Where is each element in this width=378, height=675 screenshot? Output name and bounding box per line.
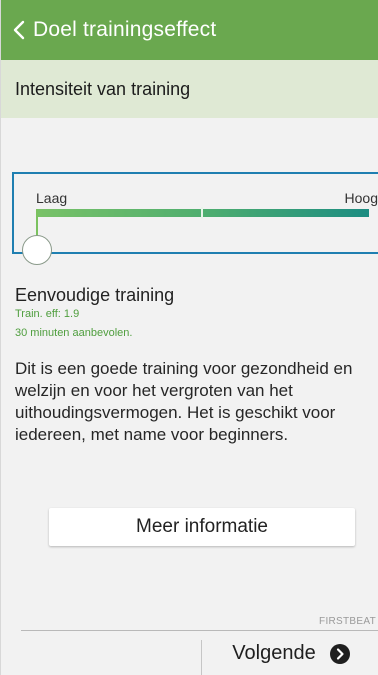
app-bar: Doel trainingseffect	[1, 0, 378, 60]
slider-thumb-stem	[36, 209, 38, 237]
footer-divider	[21, 630, 378, 631]
next-button[interactable]: Volgende	[203, 632, 378, 675]
slider-low-label: Laag	[36, 190, 68, 206]
section-header: Intensiteit van training	[1, 60, 378, 118]
screen: Doel trainingseffect Intensiteit van tra…	[0, 0, 378, 675]
training-effect-value: Train. eff: 1.9	[15, 308, 80, 320]
training-description: Dit is een goede training voor gezondhei…	[15, 359, 353, 444]
training-type-title: Eenvoudige training	[15, 285, 175, 305]
brand-label: FIRSTBEAT	[319, 616, 376, 627]
more-info-button[interactable]: Meer informatie	[49, 508, 355, 546]
back-button[interactable]	[1, 0, 33, 60]
chevron-right-circle-icon	[329, 643, 350, 664]
duration-recommendation: 30 minuten aanbevolen.	[15, 327, 133, 339]
section-header-label: Intensiteit van training	[15, 78, 191, 99]
slider-midpoint-marker	[201, 207, 203, 219]
page-title: Doel trainingseffect	[33, 18, 217, 41]
next-button-label: Volgende	[232, 642, 316, 664]
footer-separator	[201, 640, 202, 675]
intensity-slider[interactable]: Laag Hoog	[12, 172, 378, 265]
chevron-left-icon	[13, 20, 25, 40]
slider-thumb[interactable]	[22, 235, 52, 265]
slider-high-label: Hoog	[344, 190, 378, 206]
